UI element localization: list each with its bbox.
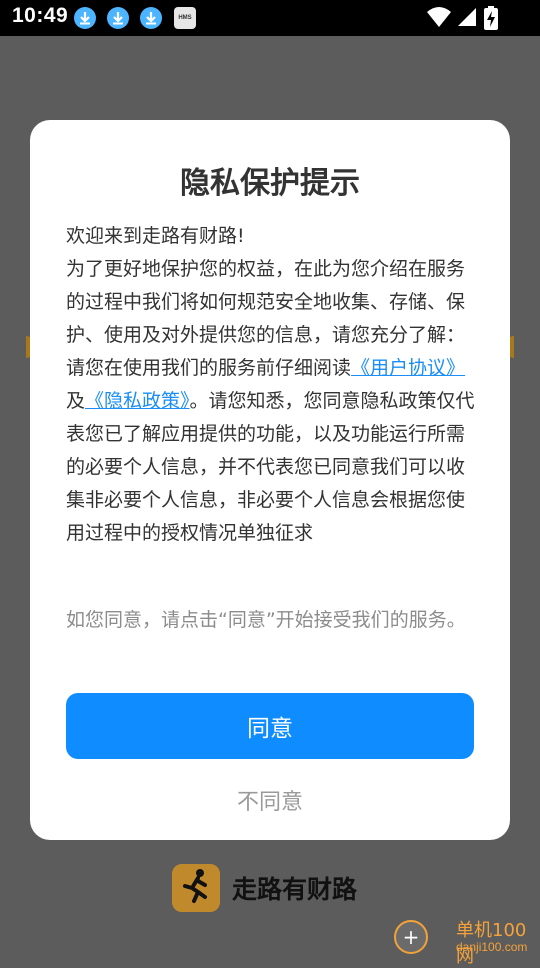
- user-agreement-link[interactable]: 《用户协议》: [351, 357, 465, 379]
- and-text: 及: [66, 390, 86, 412]
- dialog-title: 隐私保护提示: [180, 166, 360, 201]
- app-logo: [172, 864, 220, 912]
- greeting-text: 欢迎来到走路有财路!: [66, 225, 245, 247]
- status-time: 10:49: [12, 4, 69, 27]
- app-name: 走路有财路: [232, 875, 358, 904]
- privacy-policy-link[interactable]: 《隐私政策》: [85, 390, 190, 412]
- download-icon: [107, 7, 129, 29]
- wifi-icon: [426, 6, 452, 32]
- watermark: + 单机100网 danji100.com: [392, 912, 540, 967]
- privacy-dialog: 隐私保护提示 欢迎来到走路有财路! 为了更好地保护您的权益，在此为您介绍在服务的…: [30, 120, 510, 840]
- hms-icon: HMS: [174, 7, 196, 29]
- battery-charging-icon: [484, 6, 498, 34]
- agree-button[interactable]: 同意: [66, 693, 474, 759]
- read-prefix-text: 请您在使用我们的服务前仔细阅读: [66, 357, 352, 379]
- dialog-body-scroll[interactable]: 欢迎来到走路有财路! 为了更好地保护您的权益，在此为您介绍在服务的过程中我们将如…: [66, 220, 476, 580]
- download-icon: [140, 7, 162, 29]
- watermark-url: danji100.com: [456, 940, 528, 954]
- running-man-icon: [172, 864, 220, 912]
- signal-icon: [456, 6, 478, 32]
- intro-text: 为了更好地保护您的权益，在此为您介绍在服务的过程中我们将如何规范安全地收集、存储…: [66, 258, 466, 346]
- plus-icon: +: [394, 920, 428, 954]
- consent-note: 如您同意，请点击“同意”开始接受我们的服务。: [66, 609, 466, 631]
- read-suffix-text: 。请您知悉，您同意隐私政策仅代表您已了解应用提供的功能，以及功能运行所需的必要个…: [66, 390, 475, 544]
- status-bar: 10:49 HMS: [0, 0, 540, 36]
- disagree-button[interactable]: 不同意: [66, 780, 474, 820]
- download-icon: [74, 7, 96, 29]
- policy-paragraph: 请您在使用我们的服务前仔细阅读《用户协议》及《隐私政策》。请您知悉，您同意隐私政…: [66, 352, 476, 550]
